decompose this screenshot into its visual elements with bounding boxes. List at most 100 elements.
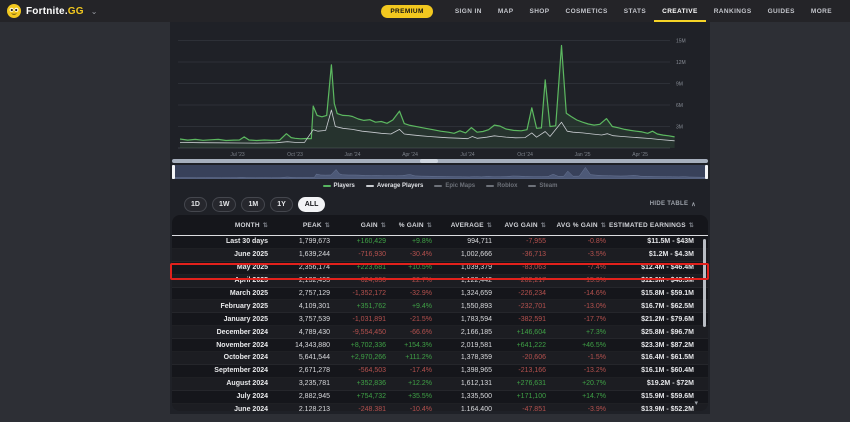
cell-avg-gain: -213,166 <box>492 367 546 374</box>
range-button-1d[interactable]: 1D <box>184 197 207 212</box>
nav-item-guides[interactable]: GUIDES <box>760 0 803 22</box>
players-chart[interactable]: 3M6M9M12M15MJul '23Oct '23Jan '24Apr '24… <box>170 24 710 160</box>
cell-avg-gain: +171,100 <box>492 393 546 400</box>
cell-gain: +8,702,336 <box>330 342 386 349</box>
table-row[interactable]: May 20252,356,174+223,681+10.5%1,039,379… <box>172 262 708 275</box>
cell-avg-pct: +20.7% <box>546 380 606 387</box>
cell-avg-gain: -47,851 <box>492 406 546 411</box>
legend-label: Steam <box>539 183 557 189</box>
cell-avg-pct: +7.3% <box>546 329 606 336</box>
cell-avg-gain: -382,591 <box>492 316 546 323</box>
cell-gain: -624,636 <box>330 277 386 284</box>
cell-earnings: $23.3M - $87.2M <box>606 342 708 349</box>
cell-gain: +352,836 <box>330 380 386 387</box>
cell-gain-pct: -21.5% <box>386 316 432 323</box>
cell-avg-pct: -0.8% <box>546 238 606 245</box>
cell-gain-pct: -17.4% <box>386 367 432 374</box>
cell-avg-pct: -1.5% <box>546 354 606 361</box>
table-row[interactable]: April 20252,132,493-624,636-22.7%1,122,4… <box>172 275 708 288</box>
cell-avg-pct: +14.7% <box>546 393 606 400</box>
brand[interactable]: Fortnite.GG ⌄ <box>7 4 97 18</box>
legend-item-players[interactable]: Players <box>323 183 355 189</box>
navigator-right-handle[interactable] <box>705 165 708 179</box>
range-button-1w[interactable]: 1W <box>212 197 237 212</box>
cell-month: June 2025 <box>172 251 268 258</box>
premium-button[interactable]: PREMIUM <box>381 5 433 18</box>
cell-gain: +754,732 <box>330 393 386 400</box>
legend-dash-icon <box>323 185 331 187</box>
range-button-1y[interactable]: 1Y <box>270 197 293 212</box>
cell-earnings: $19.2M - $72M <box>606 380 708 387</box>
cell-month: February 2025 <box>172 303 268 310</box>
table-row[interactable]: October 20245,641,544+2,970,266+111.2%1,… <box>172 352 708 365</box>
nav-item-map[interactable]: MAP <box>490 0 522 22</box>
cell-avg-pct: -13.0% <box>546 303 606 310</box>
legend-item-roblox[interactable]: Roblox <box>486 183 517 189</box>
legend-label: Epic Maps <box>445 183 475 189</box>
nav-item-more[interactable]: MORE <box>803 0 840 22</box>
cell-gain: -716,930 <box>330 251 386 258</box>
table-row[interactable]: August 20243,235,781+352,836+12.2%1,612,… <box>172 378 708 391</box>
column-header-gain[interactable]: GAIN ⇅ <box>330 222 386 229</box>
table-row[interactable]: June 20242,128,213-248,381-10.4%1,164,40… <box>172 404 708 411</box>
fortnite-gg-logo-icon <box>7 4 21 18</box>
column-header-avg-gain[interactable]: AVG % GAIN ⇅ <box>546 222 606 229</box>
cell-peak: 2,128,213 <box>268 406 330 411</box>
column-header--gain[interactable]: % GAIN ⇅ <box>386 222 432 229</box>
column-header-average[interactable]: AVERAGE ⇅ <box>432 222 492 229</box>
table-row[interactable]: September 20242,671,278-564,503-17.4%1,3… <box>172 365 708 378</box>
hide-table-button[interactable]: HIDE TABLE ∧ <box>650 201 696 208</box>
cell-avg-gain: +641,222 <box>492 342 546 349</box>
cell-average: 994,711 <box>432 238 492 245</box>
column-header-month[interactable]: MONTH ⇅ <box>172 222 268 229</box>
top-navbar: Fortnite.GG ⌄ PREMIUM SIGN INMAPSHOPCOSM… <box>0 0 850 22</box>
cell-peak: 3,757,539 <box>268 316 330 323</box>
table-row[interactable]: December 20244,789,430-9,554,450-66.6%2,… <box>172 326 708 339</box>
nav-item-cosmetics[interactable]: COSMETICS <box>558 0 616 22</box>
cell-avg-gain: -83,063 <box>492 264 546 271</box>
chart-horizontal-scrollbar[interactable] <box>172 159 708 163</box>
legend-dash-icon <box>434 185 442 187</box>
chart-range-navigator[interactable] <box>172 165 708 179</box>
nav-item-shop[interactable]: SHOP <box>521 0 557 22</box>
column-header-estimated-earnings[interactable]: ESTIMATED EARNINGS ⇅ <box>606 222 708 229</box>
cell-average: 1,398,965 <box>432 367 492 374</box>
nav-item-creative[interactable]: CREATIVE <box>654 0 706 22</box>
nav-item-rankings[interactable]: RANKINGS <box>706 0 760 22</box>
svg-text:Apr '25: Apr '25 <box>632 152 648 158</box>
legend-item-steam[interactable]: Steam <box>528 183 557 189</box>
range-button-all[interactable]: ALL <box>298 197 326 212</box>
navigator-left-handle[interactable] <box>172 165 175 179</box>
cell-average: 1,783,594 <box>432 316 492 323</box>
table-row[interactable]: July 20242,882,945+754,732+35.5%1,335,50… <box>172 391 708 404</box>
cell-month: December 2024 <box>172 329 268 336</box>
table-scroll-down-icon[interactable]: ▾ <box>694 399 698 407</box>
table-vertical-scrollbar-thumb[interactable] <box>703 239 706 327</box>
column-header-avg-gain[interactable]: AVG GAIN ⇅ <box>492 222 546 229</box>
table-row[interactable]: Last 30 days1,799,673+160,429+9.8%994,71… <box>172 236 708 249</box>
cell-avg-pct: -7.4% <box>546 264 606 271</box>
range-button-1m[interactable]: 1M <box>241 197 265 212</box>
table-row[interactable]: March 20252,757,129-1,352,172-32.9%1,324… <box>172 288 708 301</box>
table-row[interactable]: January 20253,757,539-1,031,891-21.5%1,7… <box>172 313 708 326</box>
nav-item-stats[interactable]: STATS <box>616 0 654 22</box>
legend-item-average-players[interactable]: Average Players <box>366 183 423 189</box>
table-body: Last 30 days1,799,673+160,429+9.8%994,71… <box>172 236 708 411</box>
cell-peak: 14,343,880 <box>268 342 330 349</box>
table-row[interactable]: June 20251,639,244-716,930-30.4%1,002,66… <box>172 249 708 262</box>
table-row[interactable]: November 202414,343,880+8,702,336+154.3%… <box>172 339 708 352</box>
legend-item-epic-maps[interactable]: Epic Maps <box>434 183 475 189</box>
cell-gain-pct: +154.3% <box>386 342 432 349</box>
hide-table-label: HIDE TABLE <box>650 201 689 207</box>
cell-average: 1,039,379 <box>432 264 492 271</box>
table-row[interactable]: February 20254,109,301+351,762+9.4%1,550… <box>172 300 708 313</box>
cell-peak: 2,356,174 <box>268 264 330 271</box>
cell-earnings: $13.9M - $52.2M <box>606 406 708 411</box>
nav-item-sign-in[interactable]: SIGN IN <box>447 0 490 22</box>
column-header-peak[interactable]: PEAK ⇅ <box>268 222 330 229</box>
cell-earnings: $12.9M - $48.5M <box>606 277 708 284</box>
chart-horizontal-scrollbar-thumb[interactable] <box>420 159 438 163</box>
cell-gain-pct: +9.4% <box>386 303 432 310</box>
cell-avg-gain: +146,604 <box>492 329 546 336</box>
sort-icon: ⇅ <box>689 223 694 229</box>
